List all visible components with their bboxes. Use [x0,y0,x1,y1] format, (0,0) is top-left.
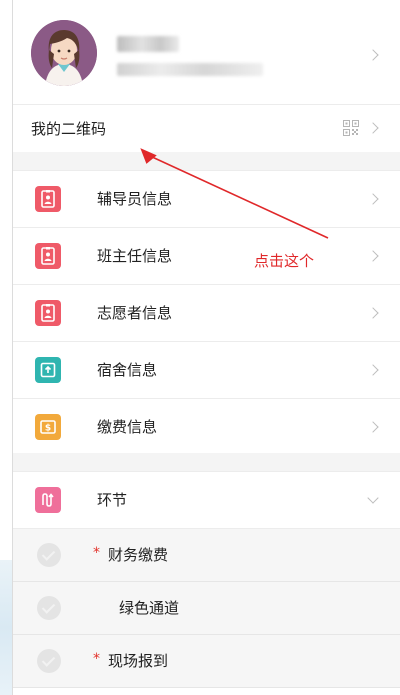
check-circle-icon [37,649,61,673]
menu-item-volunteer-info[interactable]: 志愿者信息 [13,285,400,342]
avatar-icon[interactable] [31,20,97,86]
menu-item-counselor-info[interactable]: 辅导员信息 [13,171,400,228]
annotation-text: 点击这个 [254,252,315,270]
step-item-label: 现场报到 [108,652,169,670]
step-item-label: 绿色通道 [119,599,180,617]
my-qr-code-row[interactable]: 我的二维码 [13,104,400,153]
steps-section-header[interactable]: 环节 [13,472,400,529]
badge-icon [35,243,61,269]
my-qr-code-label: 我的二维码 [31,120,107,138]
section-divider [13,453,400,472]
payment-icon: $ [35,414,61,440]
section-divider [13,152,400,171]
step-item-onsite-registration[interactable]: * 现场报到 [13,635,400,688]
menu-item-label: 辅导员信息 [97,190,173,208]
menu-item-dorm-info[interactable]: 宿舍信息 [13,342,400,399]
badge-icon [35,300,61,326]
user-info [117,63,263,76]
chevron-down-icon[interactable] [367,492,379,504]
user-name [117,36,179,52]
menu-item-label: 志愿者信息 [97,304,173,322]
check-circle-icon [37,543,61,567]
step-item-green-channel[interactable]: 绿色通道 [13,582,400,635]
chevron-right-icon [367,421,379,433]
menu-item-payment-info[interactable]: $ 缴费信息 [13,399,400,456]
required-marker: * [93,545,100,561]
menu-item-label: 宿舍信息 [97,361,158,379]
side-menu-panel: 我的二维码 辅导员信息 班主任信息 志愿者信息 宿舍信息 $ 缴费信息 环节 *… [12,0,400,695]
chevron-right-icon [367,49,379,61]
chevron-right-icon [367,250,379,262]
steps-icon [35,487,61,513]
menu-item-label: 班主任信息 [97,247,173,265]
qr-code-icon [343,120,359,136]
profile-header[interactable] [13,0,400,105]
badge-icon [35,186,61,212]
chevron-right-icon [367,193,379,205]
menu-item-label: 缴费信息 [97,418,158,436]
menu-item-head-teacher-info[interactable]: 班主任信息 [13,228,400,285]
step-item-label: 财务缴费 [108,546,169,564]
dorm-icon [35,357,61,383]
check-circle-icon [37,596,61,620]
required-marker: * [93,651,100,667]
chevron-right-icon [367,307,379,319]
step-item-finance-payment[interactable]: * 财务缴费 [13,529,400,582]
chevron-right-icon [367,364,379,376]
svg-text:$: $ [45,424,51,434]
chevron-right-icon [367,122,379,134]
steps-label: 环节 [97,491,128,509]
